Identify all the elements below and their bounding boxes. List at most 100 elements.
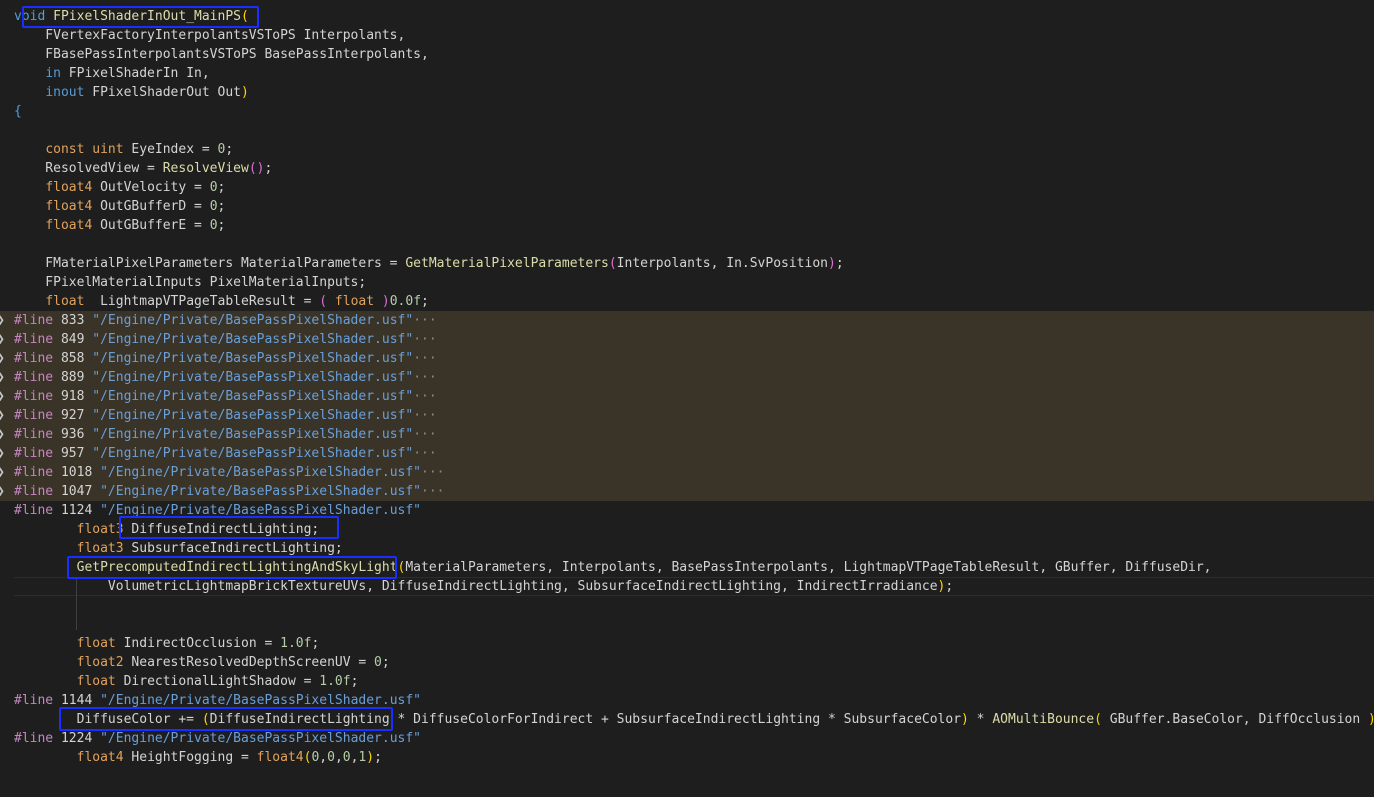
folded-code-line[interactable]: ❯ #line 936 "/Engine/Private/BasePassPixe… [0, 425, 1374, 444]
code-token: 957 [53, 446, 93, 461]
code-line[interactable]: #line 1124 "/Engine/Private/BasePassPixe… [0, 501, 1374, 520]
code-token: ··· [421, 484, 445, 499]
code-token: ··· [413, 389, 437, 404]
code-editor[interactable]: void FPixelShaderInOut_MainPS( FVertexFa… [0, 0, 1374, 797]
code-text: #line 1047 "/Engine/Private/BasePassPixe… [14, 482, 445, 501]
code-token: , [334, 750, 343, 765]
chevron-right-icon[interactable]: ❯ [0, 330, 9, 349]
code-line[interactable]: float4 OutGBufferE = 0; [0, 216, 1374, 235]
code-token: #line [14, 370, 54, 385]
code-line[interactable]: float IndirectOcclusion = 1.0f; [0, 634, 1374, 653]
code-token: HeightFogging = [123, 750, 257, 765]
code-text: #line 927 "/Engine/Private/BasePassPixel… [14, 406, 437, 425]
folded-code-line[interactable]: ❯ #line 1018 "/Engine/Private/BasePassPix… [0, 463, 1374, 482]
code-text: #line 1018 "/Engine/Private/BasePassPixe… [14, 463, 445, 482]
code-token: float4 [45, 218, 93, 233]
code-line[interactable]: ResolvedView = ResolveView(); [0, 159, 1374, 178]
chevron-right-icon[interactable]: ❯ [0, 349, 9, 368]
code-line[interactable]: FBasePassInterpolantsVSToPS BasePassInte… [0, 45, 1374, 64]
code-line[interactable] [0, 767, 1374, 786]
code-token: "/Engine/Private/BasePassPixelShader.usf… [100, 693, 422, 708]
code-line[interactable]: { [0, 102, 1374, 121]
code-line[interactable]: float4 OutVelocity = 0; [0, 178, 1374, 197]
code-text: #line 889 "/Engine/Private/BasePassPixel… [14, 368, 437, 387]
code-token: EyeIndex = [123, 142, 218, 157]
code-line[interactable]: #line 1144 "/Engine/Private/BasePassPixe… [0, 691, 1374, 710]
code-token: "/Engine/Private/BasePassPixelShader.usf… [92, 427, 414, 442]
code-text: FVertexFactoryInterpolantsVSToPS Interpo… [14, 26, 405, 45]
chevron-right-icon[interactable]: ❯ [0, 368, 9, 387]
folded-code-line[interactable]: ❯ #line 889 "/Engine/Private/BasePassPixe… [0, 368, 1374, 387]
code-token: 833 [53, 313, 93, 328]
code-line[interactable]: DiffuseColor += (DiffuseIndirectLighting… [0, 710, 1374, 729]
code-line[interactable]: float LightmapVTPageTableResult = ( floa… [0, 292, 1374, 311]
code-line[interactable] [0, 596, 1374, 615]
code-text: #line 1224 "/Engine/Private/BasePassPixe… [14, 729, 421, 748]
code-line[interactable]: float3 SubsurfaceIndirectLighting; [0, 539, 1374, 558]
code-token: ; [217, 218, 226, 233]
code-line[interactable]: #line 1224 "/Engine/Private/BasePassPixe… [0, 729, 1374, 748]
code-line[interactable]: void FPixelShaderInOut_MainPS( [0, 7, 1374, 26]
code-token: ··· [413, 370, 437, 385]
code-token: () [248, 161, 265, 176]
code-token: #line [14, 313, 54, 328]
code-token: ; [350, 674, 359, 689]
code-line[interactable]: float4 HeightFogging = float4(0,0,0,1); [0, 748, 1374, 767]
code-line[interactable]: float4 OutGBufferD = 0; [0, 197, 1374, 216]
code-token: { [14, 104, 22, 119]
code-token: ··· [413, 446, 437, 461]
chevron-right-icon[interactable]: ❯ [0, 387, 9, 406]
code-token: ( [319, 294, 335, 309]
folded-code-line[interactable]: ❯ #line 927 "/Engine/Private/BasePassPixe… [0, 406, 1374, 425]
code-line[interactable]: float DirectionalLightShadow = 1.0f; [0, 672, 1374, 691]
code-token: NearestResolvedDepthScreenUV = [123, 655, 375, 670]
code-line[interactable]: inout FPixelShaderOut Out) [0, 83, 1374, 102]
code-token: 0 [209, 199, 218, 214]
folded-code-line[interactable]: ❯ #line 1047 "/Engine/Private/BasePassPix… [0, 482, 1374, 501]
code-text: FPixelMaterialInputs PixelMaterialInputs… [14, 273, 366, 292]
code-token: 0 [209, 218, 218, 233]
folded-code-line[interactable]: ❯ #line 957 "/Engine/Private/BasePassPixe… [0, 444, 1374, 463]
code-token: 0 [327, 750, 335, 765]
code-line[interactable] [0, 235, 1374, 254]
chevron-right-icon[interactable]: ❯ [0, 311, 9, 330]
code-token: "/Engine/Private/BasePassPixelShader.usf… [100, 465, 422, 480]
code-line[interactable]: FMaterialPixelParameters MaterialParamet… [0, 254, 1374, 273]
code-text: float4 OutGBufferE = 0; [14, 216, 225, 235]
code-token: 1.0f [319, 674, 351, 689]
chevron-right-icon[interactable]: ❯ [0, 425, 9, 444]
indent-guide [76, 577, 77, 630]
code-line[interactable] [0, 615, 1374, 634]
code-token: float [45, 294, 85, 309]
code-line[interactable]: float3 DiffuseIndirectLighting; [0, 520, 1374, 539]
code-line[interactable]: in FPixelShaderIn In, [0, 64, 1374, 83]
code-text: in FPixelShaderIn In, [14, 64, 209, 83]
code-token: "/Engine/Private/BasePassPixelShader.usf… [92, 332, 414, 347]
code-line[interactable] [0, 121, 1374, 140]
code-line[interactable]: const uint EyeIndex = 0; [0, 140, 1374, 159]
chevron-right-icon[interactable]: ❯ [0, 406, 9, 425]
code-token: DiffuseColor += [14, 712, 202, 727]
code-line[interactable]: GetPrecomputedIndirectLightingAndSkyLigh… [0, 558, 1374, 577]
code-line[interactable]: float2 NearestResolvedDepthScreenUV = 0; [0, 653, 1374, 672]
code-token: FPixelShaderOut Out [84, 85, 241, 100]
folded-code-line[interactable]: ❯ #line 918 "/Engine/Private/BasePassPixe… [0, 387, 1374, 406]
chevron-right-icon[interactable]: ❯ [0, 482, 9, 501]
code-line[interactable]: FVertexFactoryInterpolantsVSToPS Interpo… [0, 26, 1374, 45]
code-token: ··· [413, 408, 437, 423]
code-token: FVertexFactoryInterpolantsVSToPS Interpo… [14, 28, 406, 43]
code-token: ResolvedView = [14, 161, 163, 176]
code-token: FBasePassInterpolantsVSToPS BasePassInte… [14, 47, 429, 62]
code-text: #line 1124 "/Engine/Private/BasePassPixe… [14, 501, 421, 520]
code-line[interactable]: FPixelMaterialInputs PixelMaterialInputs… [0, 273, 1374, 292]
folded-code-line[interactable]: ❯ #line 858 "/Engine/Private/BasePassPixe… [0, 349, 1374, 368]
folded-code-line[interactable]: ❯ #line 849 "/Engine/Private/BasePassPixe… [0, 330, 1374, 349]
chevron-right-icon[interactable]: ❯ [0, 444, 9, 463]
chevron-right-icon[interactable]: ❯ [0, 463, 9, 482]
folded-code-line[interactable]: ❯ #line 833 "/Engine/Private/BasePassPixe… [0, 311, 1374, 330]
